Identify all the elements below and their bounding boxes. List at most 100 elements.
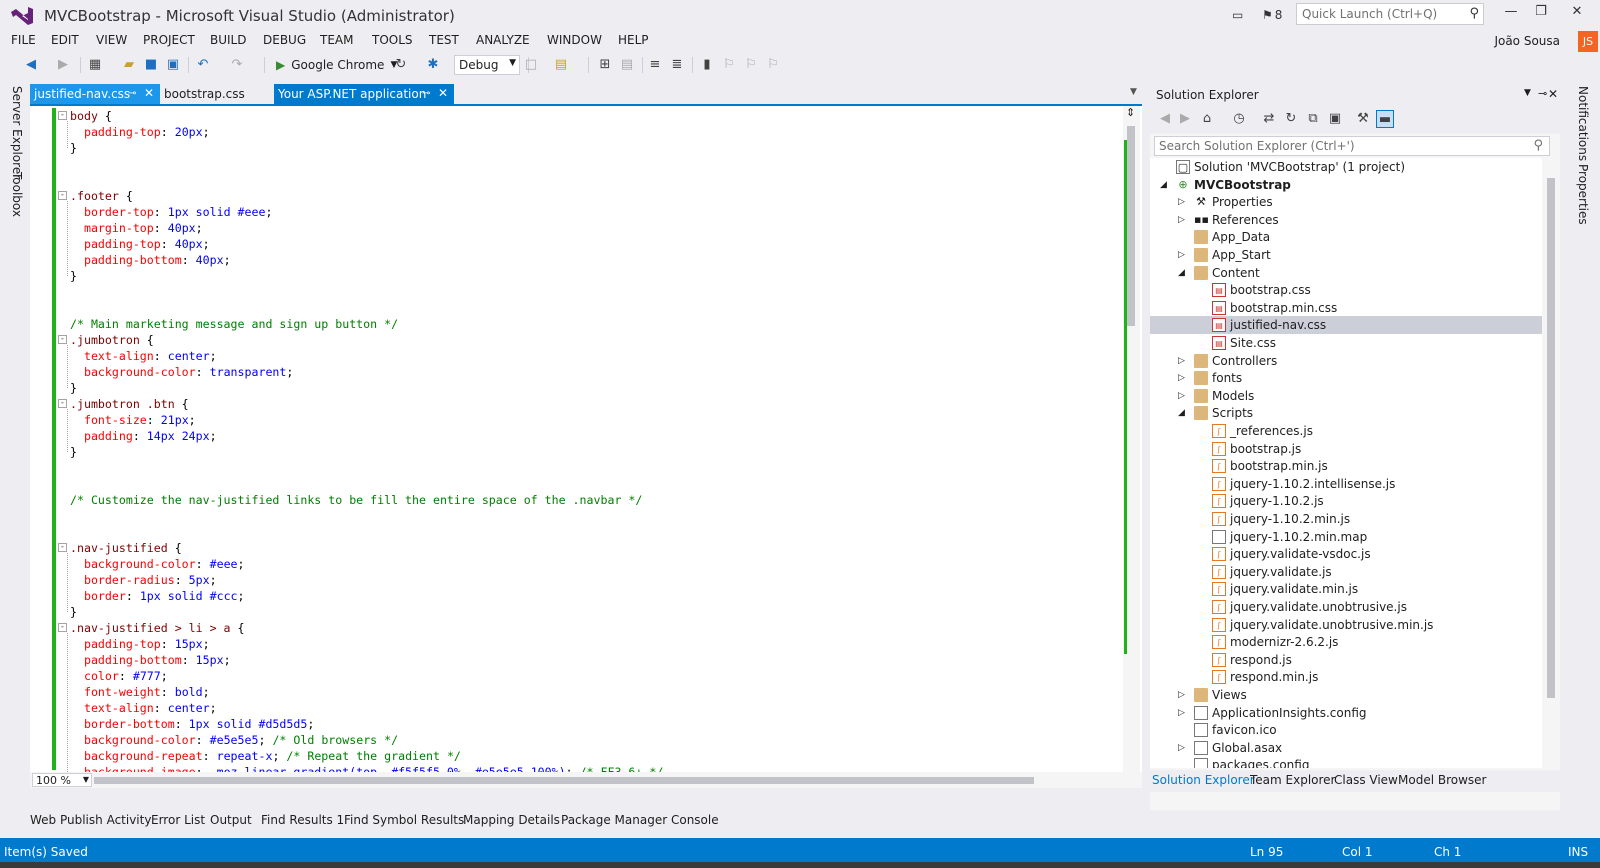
find-icon[interactable]: □: [522, 56, 540, 74]
tab-error-list[interactable]: Error List: [151, 813, 205, 827]
menu-team[interactable]: TEAM: [320, 33, 353, 47]
back-icon[interactable]: ◀: [22, 56, 40, 74]
notifications-tab[interactable]: Notifications: [1576, 86, 1590, 161]
tree-item[interactable]: ʃ jquery.validate.js: [1150, 563, 1542, 581]
tree-item[interactable]: packages.config: [1150, 756, 1542, 768]
next-bookmark-icon[interactable]: ⚐: [742, 56, 760, 74]
code-line[interactable]: border-bottom: 1px solid #d5d5d5;: [70, 716, 314, 732]
tab-model-browser[interactable]: Model Browser: [1398, 773, 1486, 787]
tree-item[interactable]: ʃ jquery.validate.min.js: [1150, 580, 1542, 598]
show-all-files-icon[interactable]: ▣: [1326, 110, 1344, 128]
code-line[interactable]: padding-top: 20px;: [70, 124, 210, 140]
code-line[interactable]: text-align: center;: [70, 700, 217, 716]
editor-vertical-scrollbar[interactable]: ⇕: [1123, 106, 1140, 772]
collapse-icon[interactable]: -: [58, 543, 67, 552]
code-line[interactable]: }: [70, 604, 77, 620]
collapsed-arrow-icon[interactable]: ▷: [1178, 369, 1185, 387]
tree-item[interactable]: ▤ bootstrap.min.css: [1150, 299, 1542, 317]
tree-item[interactable]: ʃ respond.js: [1150, 651, 1542, 669]
tab-mapping-details[interactable]: Mapping Details: [463, 813, 560, 827]
avatar[interactable]: JS: [1578, 31, 1598, 52]
collapse-all-icon[interactable]: ⧉: [1304, 110, 1322, 128]
configuration-select[interactable]: Debug ▼: [454, 55, 520, 75]
code-text-area[interactable]: body {- padding-top: 20px;} .footer {- bo…: [58, 106, 1132, 772]
code-line[interactable]: font-weight: bold;: [70, 684, 210, 700]
server-explorer-tab[interactable]: Server Explorer: [10, 86, 24, 179]
pin-icon[interactable]: ⊸: [422, 88, 430, 99]
indent-icon[interactable]: ≡: [646, 56, 664, 74]
code-line[interactable]: .nav-justified > li > a {: [70, 620, 245, 636]
redo-icon[interactable]: ↷: [228, 56, 246, 74]
tree-item[interactable]: ʃ jquery.validate.unobtrusive.min.js: [1150, 616, 1542, 634]
tree-item[interactable]: ʃ jquery-1.10.2.js: [1150, 492, 1542, 510]
find-in-files-icon[interactable]: ▤: [552, 56, 570, 74]
tree-item[interactable]: ▷ Controllers: [1150, 352, 1542, 370]
tab-dropdown-icon[interactable]: ▼: [1130, 87, 1137, 97]
code-line[interactable]: background-color: #e5e5e5; /* Old browse…: [70, 732, 398, 748]
menu-file[interactable]: FILE: [11, 33, 36, 47]
scrollbar-thumb[interactable]: [1127, 126, 1135, 326]
menu-build[interactable]: BUILD: [210, 33, 246, 47]
sync-icon[interactable]: ⇄: [1260, 110, 1278, 128]
preview-icon[interactable]: ▬: [1376, 110, 1394, 128]
tree-item[interactable]: ▷ Models: [1150, 387, 1542, 405]
tree-item[interactable]: ◢ Scripts: [1150, 404, 1542, 422]
collapse-icon[interactable]: -: [58, 191, 67, 200]
collapse-icon[interactable]: -: [58, 111, 67, 120]
tree-item[interactable]: ◢ ⊕ MVCBootstrap: [1150, 176, 1542, 194]
code-line[interactable]: background-color: transparent;: [70, 364, 293, 380]
tree-item[interactable]: jquery-1.10.2.min.map: [1150, 528, 1542, 546]
open-file-icon[interactable]: ▰: [120, 56, 138, 74]
tree-item[interactable]: ʃ jquery.validate-vsdoc.js: [1150, 545, 1542, 563]
menu-project[interactable]: PROJECT: [143, 33, 195, 47]
outdent-icon[interactable]: ≣: [668, 56, 686, 74]
code-line[interactable]: .jumbotron .btn {: [70, 396, 189, 412]
tree-item[interactable]: ◢ Content: [1150, 264, 1542, 282]
collapsed-arrow-icon[interactable]: ▷: [1178, 211, 1185, 229]
tree-item[interactable]: ▤ bootstrap.css: [1150, 281, 1542, 299]
tree-item[interactable]: ▷ Global.asax: [1150, 739, 1542, 757]
collapse-icon[interactable]: -: [58, 335, 67, 344]
horizontal-scrollbar-thumb[interactable]: [94, 777, 1034, 784]
tab-find-symbol-results[interactable]: Find Symbol Results: [344, 813, 464, 827]
tree-item[interactable]: ʃ jquery-1.10.2.min.js: [1150, 510, 1542, 528]
code-line[interactable]: padding-bottom: 40px;: [70, 252, 231, 268]
notifications-button[interactable]: ⚑ 8: [1262, 4, 1282, 26]
menu-help[interactable]: HELP: [618, 33, 649, 47]
code-line[interactable]: font-size: 21px;: [70, 412, 196, 428]
feedback-icon[interactable]: ▭: [1232, 4, 1243, 26]
code-line[interactable]: padding-top: 40px;: [70, 236, 210, 252]
start-debugging-button[interactable]: ▶ Google Chrome ▼: [276, 56, 397, 74]
properties-tab[interactable]: Properties: [1576, 164, 1590, 225]
tree-item[interactable]: ▷ Views: [1150, 686, 1542, 704]
collapsed-arrow-icon[interactable]: ▷: [1178, 193, 1185, 211]
expanded-arrow-icon[interactable]: ◢: [1178, 404, 1185, 422]
collapse-icon[interactable]: -: [58, 399, 67, 408]
tree-item[interactable]: ʃ jquery-1.10.2.intellisense.js: [1150, 475, 1542, 493]
tab-team-explorer[interactable]: Team Explorer: [1250, 773, 1336, 787]
collapsed-arrow-icon[interactable]: ▷: [1178, 686, 1185, 704]
code-line[interactable]: }: [70, 140, 77, 156]
code-line[interactable]: .jumbotron {: [70, 332, 154, 348]
layout-icon[interactable]: ▤: [618, 56, 636, 74]
tree-item[interactable]: ▷ App_Start: [1150, 246, 1542, 264]
clear-bookmarks-icon[interactable]: ⚐: [764, 56, 782, 74]
code-line[interactable]: text-align: center;: [70, 348, 217, 364]
close-icon[interactable]: ✕: [438, 86, 448, 100]
code-line[interactable]: .nav-justified {: [70, 540, 182, 556]
forward-icon[interactable]: ▶: [1176, 110, 1194, 128]
collapsed-arrow-icon[interactable]: ▷: [1178, 704, 1185, 722]
code-line[interactable]: }: [70, 380, 77, 396]
menu-view[interactable]: VIEW: [96, 33, 127, 47]
tab-justified-nav-css[interactable]: justified-nav.css ⊸ ✕: [30, 84, 160, 104]
tree-item[interactable]: ▢ Solution 'MVCBootstrap' (1 project): [1150, 158, 1542, 176]
tab-web-publish-activity[interactable]: Web Publish Activity: [30, 813, 151, 827]
forward-icon[interactable]: ▶: [54, 56, 72, 74]
tree-item[interactable]: ʃ bootstrap.min.js: [1150, 457, 1542, 475]
bookmark-icon[interactable]: ▮: [698, 56, 716, 74]
menu-edit[interactable]: EDIT: [51, 33, 79, 47]
pin-icon[interactable]: ⊸: [128, 88, 136, 99]
minimize-button[interactable]: —: [1500, 4, 1522, 26]
tree-item[interactable]: ▷ fonts: [1150, 369, 1542, 387]
save-icon[interactable]: ■: [142, 56, 160, 74]
